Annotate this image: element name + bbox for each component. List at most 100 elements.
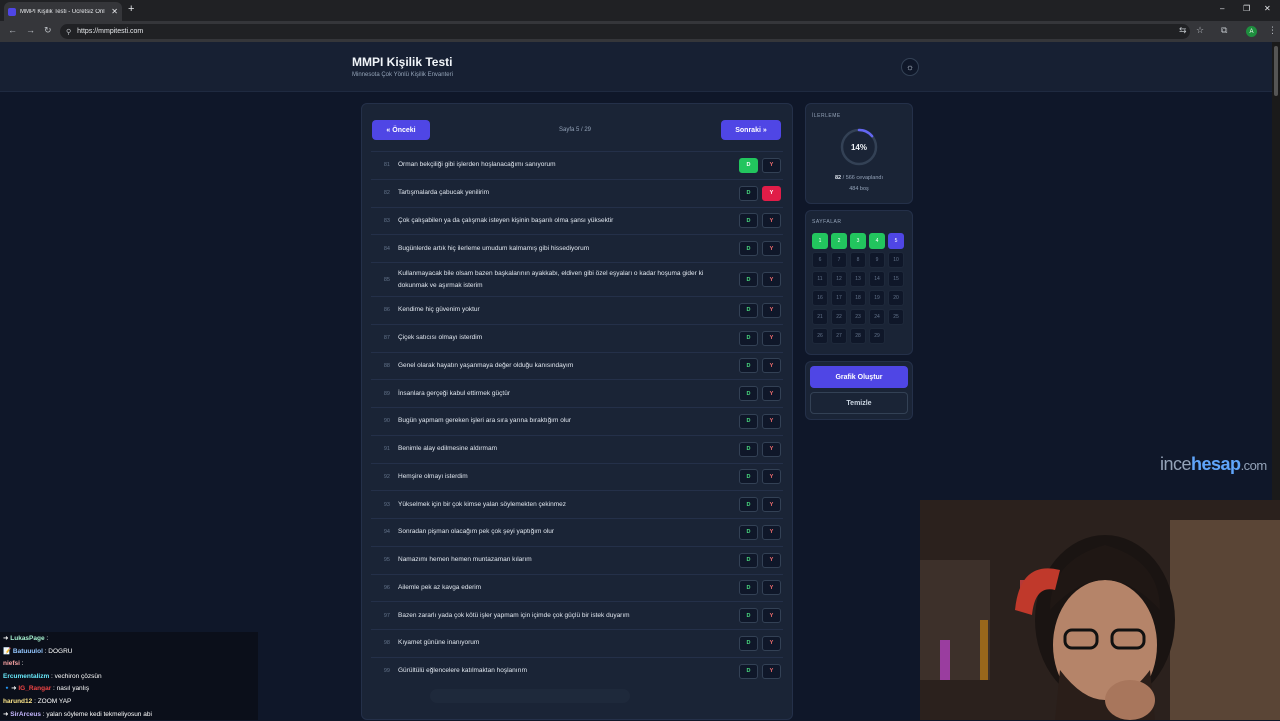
page-button[interactable]: 11 <box>812 271 828 287</box>
question-text: Kendime hiç güvenim yoktur <box>398 306 480 314</box>
question-row: 86 Kendime hiç güvenim yoktur D Y <box>371 296 783 324</box>
window-close-icon[interactable]: ✕ <box>1264 4 1271 13</box>
page-button[interactable]: 4 <box>869 233 885 249</box>
answer-yes-button[interactable]: D <box>739 241 758 257</box>
page-button[interactable]: 2 <box>831 233 847 249</box>
page-button[interactable]: 23 <box>850 309 866 325</box>
theme-toggle-button[interactable]: ☼ <box>901 58 919 76</box>
answer-no-button[interactable]: Y <box>762 580 781 596</box>
page-button[interactable]: 20 <box>888 290 904 306</box>
question-text: Yükselmek için bir çok kimse yalan söyle… <box>398 500 566 508</box>
page-button[interactable]: 8 <box>850 252 866 268</box>
answer-no-button[interactable]: Y <box>762 213 781 229</box>
answer-no-button[interactable]: Y <box>762 635 781 651</box>
translate-icon[interactable]: ⇆ <box>1179 25 1187 36</box>
answer-no-button[interactable]: Y <box>762 157 781 173</box>
answer-no-button[interactable]: Y <box>762 524 781 540</box>
answer-no-button[interactable]: Y <box>762 497 781 513</box>
page-button[interactable]: 13 <box>850 271 866 287</box>
answer-yes-button[interactable]: D <box>739 386 758 402</box>
question-text: Bugün yapmam gereken işleri ara sıra yar… <box>398 417 572 425</box>
browser-tab[interactable]: MMPI Kişilik Testi - Ücretsiz Onl ✕ <box>4 2 122 21</box>
answer-yes-button[interactable]: D <box>739 330 758 346</box>
page-button[interactable]: 19 <box>869 290 885 306</box>
page-button[interactable]: 21 <box>812 309 828 325</box>
answer-yes-button[interactable]: D <box>739 441 758 457</box>
bookmark-star-icon[interactable]: ☆ <box>1196 25 1204 36</box>
answer-no-button[interactable]: Y <box>762 552 781 568</box>
create-chart-button[interactable]: Grafik Oluştur <box>810 366 908 388</box>
restore-icon[interactable]: ❐ <box>1243 4 1250 13</box>
answer-no-button[interactable]: Y <box>762 413 781 429</box>
question-number: 84 <box>383 245 390 252</box>
page-button[interactable]: 9 <box>869 252 885 268</box>
next-page-button[interactable]: Sonraki » <box>721 120 781 140</box>
answer-yes-button[interactable]: D <box>739 213 758 229</box>
answer-no-button[interactable]: Y <box>762 608 781 624</box>
page-button[interactable]: 17 <box>831 290 847 306</box>
menu-icon[interactable]: ⋮ <box>1268 25 1277 36</box>
page-button[interactable]: 6 <box>812 252 828 268</box>
answer-no-button[interactable]: Y <box>762 386 781 402</box>
answer-no-button[interactable]: Y <box>762 302 781 318</box>
answer-yes-button[interactable]: D <box>739 185 758 201</box>
page-button[interactable]: 5 <box>888 233 904 249</box>
answer-no-button[interactable]: Y <box>762 330 781 346</box>
question-row: 87 Çiçek satıcısı olmayı isterdim D Y <box>371 323 783 352</box>
page-button[interactable]: 14 <box>869 271 885 287</box>
new-tab-icon[interactable]: + <box>128 3 134 15</box>
answer-yes-button[interactable]: D <box>739 302 758 318</box>
answer-no-button[interactable]: Y <box>762 469 781 485</box>
chat-message: 📝 Batuuulol : DOGRU <box>3 647 73 655</box>
page-button[interactable]: 24 <box>869 309 885 325</box>
page-button[interactable]: 18 <box>850 290 866 306</box>
answer-yes-button[interactable]: D <box>739 524 758 540</box>
answer-yes-button[interactable]: D <box>739 497 758 513</box>
page-button[interactable]: 1 <box>812 233 828 249</box>
answer-no-button[interactable]: Y <box>762 272 781 287</box>
answer-yes-button[interactable]: D <box>739 552 758 568</box>
page-button[interactable]: 15 <box>888 271 904 287</box>
page-button[interactable]: 27 <box>831 328 847 344</box>
scrollbar-thumb[interactable] <box>1274 46 1278 96</box>
url-bar[interactable]: ⚲ https://mmpitesti.com <box>60 24 1190 39</box>
sun-icon: ☼ <box>905 62 915 72</box>
answer-yes-button[interactable]: D <box>739 580 758 596</box>
answer-no-button[interactable]: Y <box>762 185 781 201</box>
extensions-icon[interactable]: ⧉ <box>1221 25 1227 36</box>
page-button[interactable]: 29 <box>869 328 885 344</box>
answer-no-button[interactable]: Y <box>762 241 781 257</box>
profile-avatar[interactable]: A <box>1246 26 1257 37</box>
previous-page-button[interactable]: « Önceki <box>372 120 430 140</box>
question-row: 92 Hemşire olmayı isterdim D Y <box>371 462 783 491</box>
page-button[interactable]: 12 <box>831 271 847 287</box>
answer-yes-button[interactable]: D <box>739 663 758 679</box>
reload-icon[interactable]: ↻ <box>44 25 52 36</box>
chat-message: 🔹➜ IG_Rangar : nasıl yanlış <box>3 685 90 693</box>
page-button[interactable]: 26 <box>812 328 828 344</box>
answer-yes-button[interactable]: D <box>739 413 758 429</box>
page-button[interactable]: 7 <box>831 252 847 268</box>
page-button[interactable]: 22 <box>831 309 847 325</box>
back-icon[interactable]: ← <box>8 25 17 35</box>
answer-yes-button[interactable]: D <box>739 608 758 624</box>
answer-yes-button[interactable]: D <box>739 272 758 287</box>
minimize-icon[interactable]: – <box>1220 4 1224 13</box>
answer-no-button[interactable]: Y <box>762 358 781 374</box>
tab-close-icon[interactable]: ✕ <box>111 7 118 16</box>
page-button[interactable]: 3 <box>850 233 866 249</box>
site-info-icon[interactable]: ⚲ <box>66 28 71 36</box>
page-button[interactable]: 10 <box>888 252 904 268</box>
answer-yes-button[interactable]: D <box>739 157 758 173</box>
stream-bottom-bar <box>430 689 630 703</box>
answer-no-button[interactable]: Y <box>762 441 781 457</box>
answer-yes-button[interactable]: D <box>739 358 758 374</box>
forward-icon[interactable]: → <box>26 25 35 35</box>
clear-button[interactable]: Temizle <box>810 392 908 414</box>
page-button[interactable]: 25 <box>888 309 904 325</box>
answer-yes-button[interactable]: D <box>739 469 758 485</box>
page-button[interactable]: 28 <box>850 328 866 344</box>
page-button[interactable]: 16 <box>812 290 828 306</box>
answer-yes-button[interactable]: D <box>739 635 758 651</box>
answer-no-button[interactable]: Y <box>762 663 781 679</box>
